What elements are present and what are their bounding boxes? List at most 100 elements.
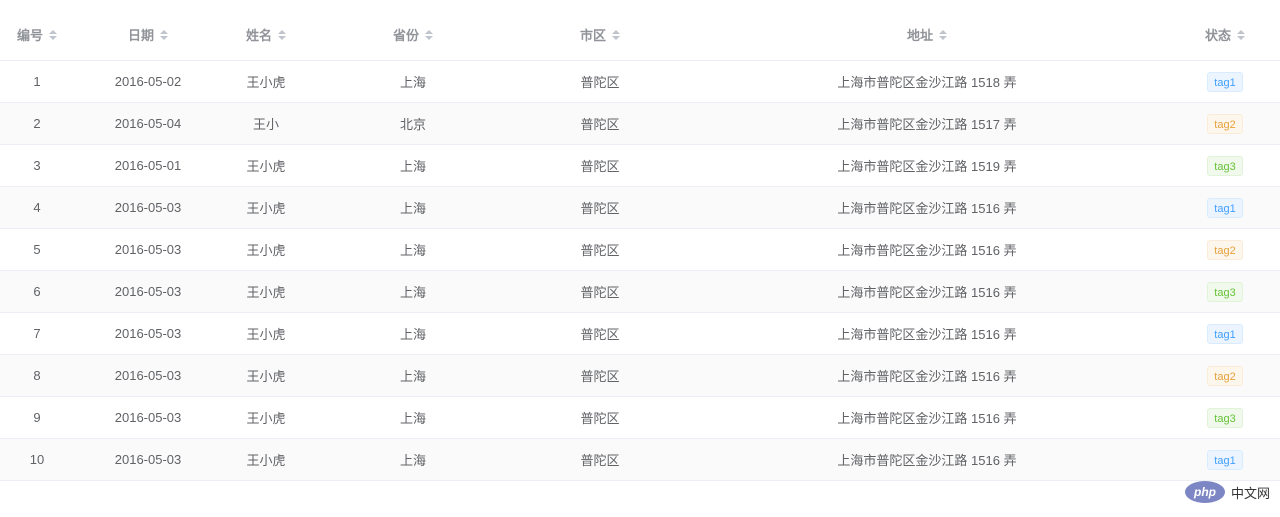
cell-date: 2016-05-03 — [114, 452, 182, 467]
table-row[interactable]: 7 2016-05-03 王小虎 上海 普陀区 上海市普陀区金沙江路 1516 弄 tag1 — [0, 313, 1280, 355]
cell-id: 3 — [33, 158, 41, 173]
status-tag: tag1 — [1207, 323, 1243, 344]
cell-date: 2016-05-03 — [114, 200, 182, 215]
cell-province: 上海 — [399, 411, 426, 426]
cell-id: 8 — [33, 368, 41, 383]
cell-address: 上海市普陀区金沙江路 1517 弄 — [837, 117, 1017, 132]
table-body: 1 2016-05-02 王小虎 上海 普陀区 上海市普陀区金沙江路 1518 弄 tag1… — [0, 61, 1280, 481]
cell-status: tag2 — [1170, 113, 1280, 134]
header-label: 状态 — [1204, 28, 1231, 43]
cell-name: 王小虎 — [246, 201, 286, 216]
header-label: 日期 — [127, 28, 154, 43]
table-row[interactable]: 5 2016-05-03 王小虎 上海 普陀区 上海市普陀区金沙江路 1516 弄 tag2 — [0, 229, 1280, 271]
table-header-row: 编号 日期 姓名 省份 市区 地址 状态 — [0, 9, 1280, 61]
sort-icon[interactable] — [1237, 29, 1245, 40]
cell-address: 上海市普陀区金沙江路 1516 弄 — [837, 453, 1017, 468]
cell-city: 普陀区 — [580, 75, 620, 90]
cell-city: 普陀区 — [580, 453, 620, 468]
cell-province: 上海 — [399, 369, 426, 384]
status-tag: tag2 — [1207, 113, 1243, 134]
cell-city: 普陀区 — [580, 369, 620, 384]
cell-date: 2016-05-03 — [114, 410, 182, 425]
cell-date: 2016-05-03 — [114, 326, 182, 341]
table-row[interactable]: 1 2016-05-02 王小虎 上海 普陀区 上海市普陀区金沙江路 1518 弄 tag1 — [0, 61, 1280, 103]
table-row[interactable]: 4 2016-05-03 王小虎 上海 普陀区 上海市普陀区金沙江路 1516 弄 tag1 — [0, 187, 1280, 229]
cell-province: 上海 — [399, 159, 426, 174]
sort-icon[interactable] — [278, 29, 286, 40]
sort-icon[interactable] — [49, 29, 57, 40]
cell-date: 2016-05-03 — [114, 368, 182, 383]
cell-address: 上海市普陀区金沙江路 1516 弄 — [837, 201, 1017, 216]
cell-city: 普陀区 — [580, 411, 620, 426]
header-label: 地址 — [906, 28, 933, 43]
cell-status: tag2 — [1170, 239, 1280, 260]
cell-date: 2016-05-01 — [114, 158, 182, 173]
cell-id: 2 — [33, 116, 41, 131]
header-id[interactable]: 编号 — [0, 25, 74, 44]
cell-id: 4 — [33, 200, 41, 215]
table-row[interactable]: 9 2016-05-03 王小虎 上海 普陀区 上海市普陀区金沙江路 1516 弄 tag3 — [0, 397, 1280, 439]
cell-id: 10 — [29, 452, 45, 467]
cell-address: 上海市普陀区金沙江路 1516 弄 — [837, 243, 1017, 258]
php-logo-icon: php — [1184, 481, 1225, 503]
status-tag: tag3 — [1207, 281, 1243, 302]
table-row[interactable]: 10 2016-05-03 王小虎 上海 普陀区 上海市普陀区金沙江路 1516 弄 tag… — [0, 439, 1280, 481]
sort-icon[interactable] — [612, 29, 620, 40]
header-city[interactable]: 市区 — [516, 25, 684, 44]
sort-icon[interactable] — [425, 29, 433, 40]
cell-date: 2016-05-02 — [114, 74, 182, 89]
header-name[interactable]: 姓名 — [222, 25, 310, 44]
cell-status: tag1 — [1170, 323, 1280, 344]
cell-address: 上海市普陀区金沙江路 1516 弄 — [837, 285, 1017, 300]
cell-id: 1 — [33, 74, 41, 89]
cell-name: 王小虎 — [246, 411, 286, 426]
header-address[interactable]: 地址 — [684, 25, 1170, 44]
header-label: 市区 — [579, 28, 606, 43]
cell-status: tag3 — [1170, 155, 1280, 176]
cell-date: 2016-05-04 — [114, 116, 182, 131]
sort-icon[interactable] — [160, 29, 168, 40]
header-date[interactable]: 日期 — [74, 25, 222, 44]
cell-id: 9 — [33, 410, 41, 425]
cell-province: 上海 — [399, 285, 426, 300]
cell-name: 王小虎 — [246, 159, 286, 174]
cell-id: 7 — [33, 326, 41, 341]
sort-icon[interactable] — [939, 29, 947, 40]
cell-city: 普陀区 — [580, 159, 620, 174]
cell-address: 上海市普陀区金沙江路 1518 弄 — [837, 75, 1017, 90]
cell-date: 2016-05-03 — [114, 242, 182, 257]
cell-city: 普陀区 — [580, 327, 620, 342]
cell-status: tag2 — [1170, 365, 1280, 386]
cell-city: 普陀区 — [580, 243, 620, 258]
status-tag: tag1 — [1207, 197, 1243, 218]
cell-address: 上海市普陀区金沙江路 1519 弄 — [837, 159, 1017, 174]
data-table: 编号 日期 姓名 省份 市区 地址 状态 1 2016-05-02 王小虎 上海 普陀区… — [0, 9, 1280, 481]
watermark-text: 中文网 — [1230, 485, 1270, 501]
header-status[interactable]: 状态 — [1170, 25, 1280, 44]
table-row[interactable]: 2 2016-05-04 王小 北京 普陀区 上海市普陀区金沙江路 1517 弄 tag2 — [0, 103, 1280, 145]
watermark: php 中文网 — [1184, 481, 1270, 503]
cell-city: 普陀区 — [580, 201, 620, 216]
header-label: 省份 — [392, 28, 419, 43]
table-row[interactable]: 6 2016-05-03 王小虎 上海 普陀区 上海市普陀区金沙江路 1516 弄 tag3 — [0, 271, 1280, 313]
cell-province: 上海 — [399, 453, 426, 468]
header-province[interactable]: 省份 — [310, 25, 516, 44]
cell-status: tag1 — [1170, 449, 1280, 470]
cell-name: 王小 — [252, 117, 279, 132]
cell-address: 上海市普陀区金沙江路 1516 弄 — [837, 327, 1017, 342]
cell-name: 王小虎 — [246, 285, 286, 300]
cell-province: 上海 — [399, 201, 426, 216]
status-tag: tag1 — [1207, 71, 1243, 92]
cell-name: 王小虎 — [246, 453, 286, 468]
table-row[interactable]: 8 2016-05-03 王小虎 上海 普陀区 上海市普陀区金沙江路 1516 弄 tag2 — [0, 355, 1280, 397]
cell-name: 王小虎 — [246, 243, 286, 258]
cell-date: 2016-05-03 — [114, 284, 182, 299]
cell-address: 上海市普陀区金沙江路 1516 弄 — [837, 369, 1017, 384]
cell-province: 上海 — [399, 243, 426, 258]
cell-city: 普陀区 — [580, 285, 620, 300]
table-row[interactable]: 3 2016-05-01 王小虎 上海 普陀区 上海市普陀区金沙江路 1519 弄 tag3 — [0, 145, 1280, 187]
cell-province: 上海 — [399, 327, 426, 342]
header-label: 编号 — [16, 28, 43, 43]
cell-name: 王小虎 — [246, 327, 286, 342]
status-tag: tag1 — [1207, 449, 1243, 470]
